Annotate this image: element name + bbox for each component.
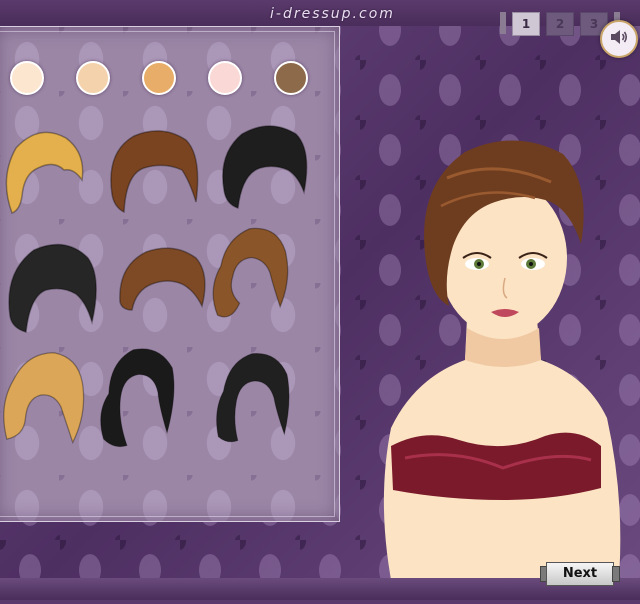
skin-swatch-5[interactable] — [274, 61, 308, 95]
page-button-1[interactable]: 1 — [512, 12, 540, 36]
hair-option-9[interactable] — [202, 346, 302, 456]
hair-option-6[interactable] — [198, 222, 298, 332]
next-right-cap — [612, 566, 620, 582]
skin-swatch-2[interactable] — [76, 61, 110, 95]
hair-option-5[interactable] — [112, 236, 212, 346]
hair-option-4[interactable] — [4, 236, 104, 346]
speaker-icon — [609, 28, 629, 50]
pager-left-cap — [500, 12, 506, 34]
page-button-2[interactable]: 2 — [546, 12, 574, 36]
next-button[interactable]: Next — [546, 562, 614, 586]
sound-toggle-button[interactable] — [600, 20, 638, 58]
dress-up-model — [355, 128, 640, 600]
hair-option-2[interactable] — [104, 122, 204, 232]
skin-swatch-1[interactable] — [10, 61, 44, 95]
skin-swatch-3[interactable] — [142, 61, 176, 95]
hair-option-1[interactable] — [0, 118, 94, 228]
hair-option-3[interactable] — [214, 120, 314, 230]
hair-option-8[interactable] — [86, 342, 186, 452]
skin-swatch-4[interactable] — [208, 61, 242, 95]
hair-option-7[interactable] — [0, 346, 94, 456]
site-logo: i-dressup.com — [270, 6, 395, 22]
